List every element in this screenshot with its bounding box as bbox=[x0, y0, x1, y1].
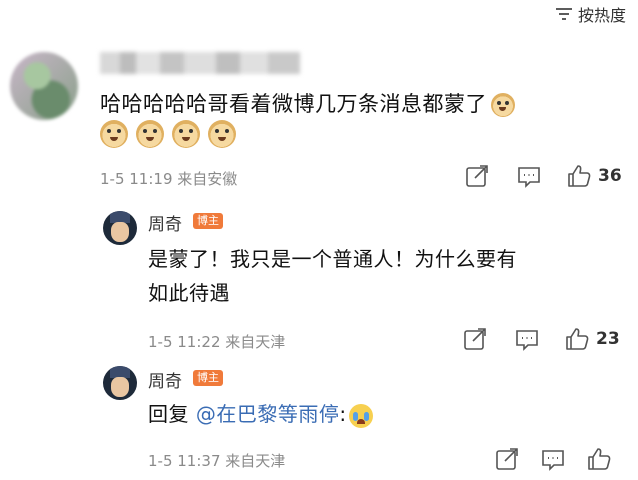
reply-text: 回复 @在巴黎等雨停: bbox=[148, 397, 373, 431]
emoji-row bbox=[100, 120, 236, 148]
sort-label: 按热度 bbox=[577, 6, 626, 25]
reply-location: 来自天津 bbox=[225, 333, 286, 351]
reply-avatar[interactable] bbox=[103, 366, 137, 400]
mention-link[interactable]: @在巴黎等雨停 bbox=[196, 402, 340, 426]
reply-username[interactable]: 周奇 bbox=[148, 210, 182, 235]
comment-location: 来自安徽 bbox=[177, 170, 238, 188]
doge-emoji-icon bbox=[491, 93, 515, 117]
comment-icon[interactable] bbox=[514, 326, 540, 352]
reply-actions bbox=[494, 446, 612, 472]
author-badge: 博主 bbox=[193, 213, 223, 229]
comment-icon[interactable] bbox=[540, 446, 566, 472]
share-icon[interactable] bbox=[494, 446, 520, 472]
share-icon[interactable] bbox=[464, 163, 490, 189]
comment-text: 哈哈哈哈哈哥看着微博几万条消息都蒙了 bbox=[100, 88, 515, 118]
author-badge: 博主 bbox=[193, 370, 223, 386]
reply-time: 1-5 11:22 bbox=[148, 333, 221, 351]
like-count: 36 bbox=[598, 166, 622, 186]
reply-actions: 23 bbox=[462, 326, 620, 352]
like-thumb-icon[interactable] bbox=[586, 446, 612, 472]
reply-meta: 1-5 11:22 来自天津 bbox=[148, 331, 285, 352]
comment-meta: 1-5 11:19 来自安徽 bbox=[100, 168, 237, 189]
share-icon[interactable] bbox=[462, 326, 488, 352]
reply-location: 来自天津 bbox=[225, 452, 286, 470]
reply-text: 是蒙了！我只是一个普通人！为什么要有 如此待遇 bbox=[148, 247, 517, 305]
reply-avatar[interactable] bbox=[103, 211, 137, 245]
like-thumb-icon[interactable] bbox=[564, 326, 590, 352]
avatar[interactable] bbox=[10, 52, 78, 120]
crying-emoji-icon bbox=[348, 403, 373, 428]
comment-icon[interactable] bbox=[516, 163, 542, 189]
reply-time: 1-5 11:37 bbox=[148, 452, 221, 470]
like-thumb-icon[interactable] bbox=[566, 163, 592, 189]
doge-emoji-icon bbox=[136, 120, 164, 148]
sort-by-hot-button[interactable]: 按热度 bbox=[555, 2, 626, 26]
reply-meta: 1-5 11:37 来自天津 bbox=[148, 450, 285, 471]
reply-username[interactable]: 周奇 bbox=[148, 367, 182, 392]
doge-emoji-icon bbox=[172, 120, 200, 148]
doge-emoji-icon bbox=[208, 120, 236, 148]
comment-actions: 36 bbox=[464, 163, 622, 189]
comment-time: 1-5 11:19 bbox=[100, 170, 173, 188]
like-count: 23 bbox=[596, 329, 620, 349]
doge-emoji-icon bbox=[100, 120, 128, 148]
username-blurred[interactable] bbox=[100, 52, 300, 74]
sort-lines-icon bbox=[555, 8, 572, 20]
